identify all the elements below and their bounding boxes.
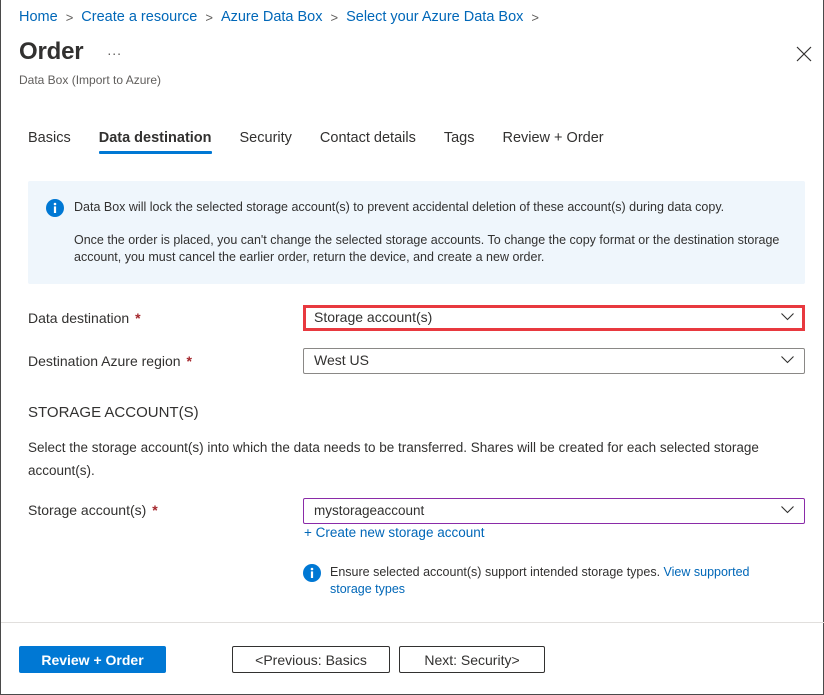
breadcrumb-select-data-box[interactable]: Select your Azure Data Box [346, 9, 523, 25]
info-banner-text-1: Data Box will lock the selected storage … [74, 200, 725, 214]
close-icon [796, 46, 812, 62]
chevron-right-icon: > [205, 9, 213, 25]
required-marker: * [135, 310, 141, 326]
chevron-right-icon: > [531, 9, 540, 25]
required-marker: * [152, 502, 158, 518]
data-destination-value: Storage account(s) [314, 309, 433, 325]
chevron-down-icon [781, 356, 794, 364]
tab-review-order[interactable]: Review + Order [502, 130, 603, 154]
region-label: Destination Azure region * [28, 353, 192, 369]
create-storage-account-link[interactable]: + Create new storage account [304, 525, 484, 540]
close-button[interactable] [794, 44, 814, 64]
page-title: Order [19, 38, 84, 65]
page-subtitle: Data Box (Import to Azure) [19, 73, 162, 87]
order-blade: Home > Create a resource > Azure Data Bo… [0, 0, 824, 695]
review-order-button[interactable]: Review + Order [19, 646, 166, 673]
breadcrumb: Home > Create a resource > Azure Data Bo… [19, 9, 547, 25]
more-options-button[interactable]: ... [107, 42, 122, 58]
tab-data-destination[interactable]: Data destination [98, 130, 212, 154]
storage-section-heading: STORAGE ACCOUNT(S) [28, 404, 199, 421]
chevron-down-icon [781, 313, 794, 321]
tab-security[interactable]: Security [240, 130, 292, 154]
region-value: West US [314, 352, 369, 368]
storage-account-value: mystorageaccount [314, 503, 425, 518]
storage-account-dropdown[interactable]: mystorageaccount [303, 498, 805, 524]
storage-types-note-text: Ensure selected account(s) support inten… [330, 565, 664, 579]
data-destination-label-text: Data destination [28, 310, 130, 326]
breadcrumb-home[interactable]: Home [19, 9, 58, 25]
chevron-down-icon [781, 506, 794, 514]
region-label-text: Destination Azure region [28, 353, 181, 369]
info-icon [303, 564, 321, 582]
info-icon [46, 199, 64, 217]
title-row: Order ... [19, 38, 122, 66]
data-destination-dropdown[interactable]: Storage account(s) [303, 305, 805, 331]
chevron-right-icon: > [330, 9, 339, 25]
storage-types-note: Ensure selected account(s) support inten… [330, 564, 790, 598]
tab-contact-details[interactable]: Contact details [320, 130, 416, 154]
footer-divider [1, 622, 824, 623]
storage-account-label: Storage account(s) * [28, 502, 158, 518]
previous-basics-button[interactable]: <Previous: Basics [232, 646, 390, 673]
next-security-button[interactable]: Next: Security> [399, 646, 545, 673]
breadcrumb-azure-data-box[interactable]: Azure Data Box [221, 9, 323, 25]
required-marker: * [186, 353, 192, 369]
chevron-right-icon: > [65, 9, 74, 25]
tab-tags[interactable]: Tags [444, 130, 475, 154]
storage-account-label-text: Storage account(s) [28, 502, 147, 518]
breadcrumb-create-resource[interactable]: Create a resource [81, 9, 197, 25]
region-dropdown[interactable]: West US [303, 348, 805, 374]
storage-section-description: Select the storage account(s) into which… [28, 440, 759, 478]
info-banner-text-2: Once the order is placed, you can't chan… [74, 233, 780, 264]
tab-bar: Basics Data destination Security Contact… [28, 130, 632, 154]
info-banner: Data Box will lock the selected storage … [28, 181, 805, 284]
tab-basics[interactable]: Basics [28, 130, 71, 154]
data-destination-label: Data destination * [28, 310, 141, 326]
